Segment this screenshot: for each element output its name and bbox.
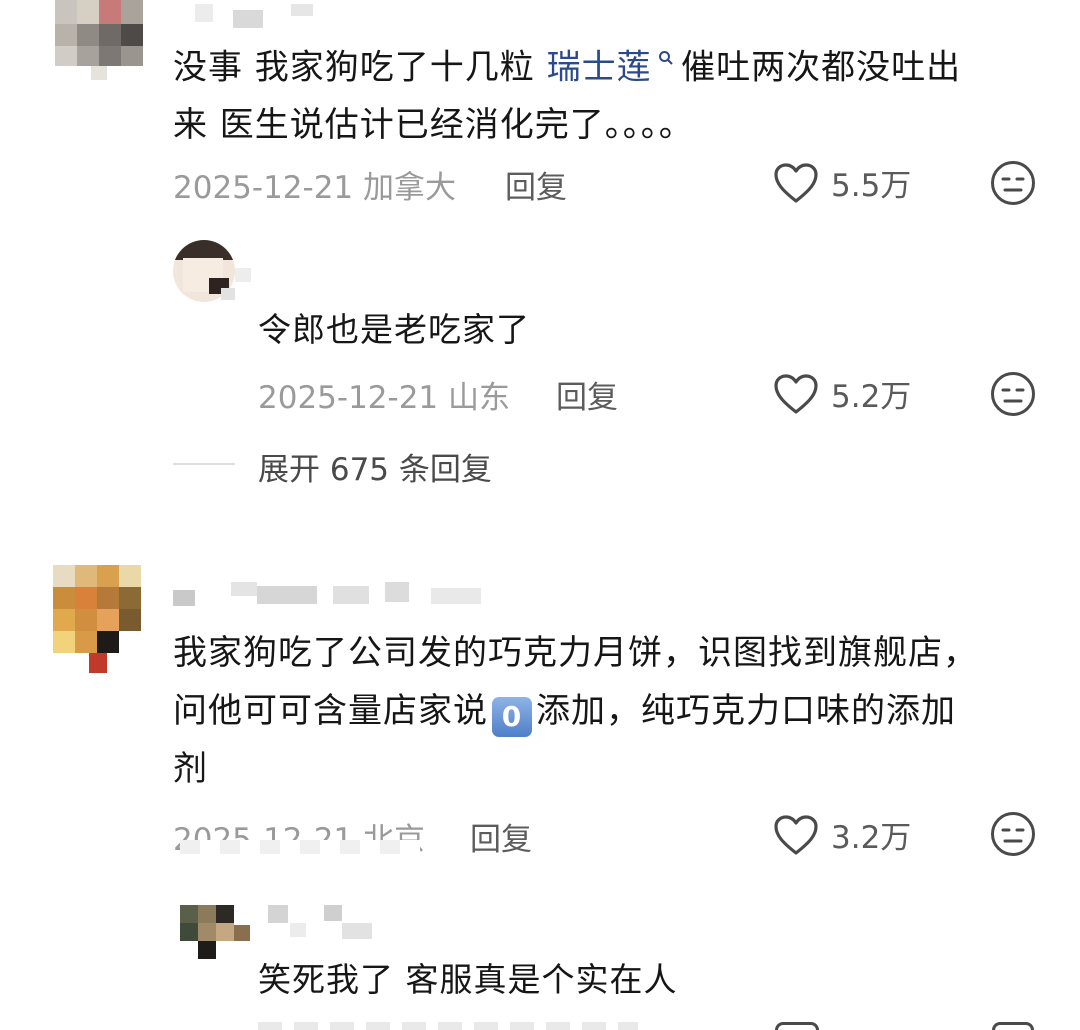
reply-text: 令郎也是老吃家了 bbox=[258, 310, 530, 349]
keycap-zero-emoji: 0 bbox=[492, 697, 532, 737]
avatar[interactable] bbox=[180, 905, 250, 959]
like-button[interactable]: 5.2万 bbox=[773, 371, 911, 416]
username[interactable] bbox=[195, 4, 315, 28]
like-count: 5.2万 bbox=[831, 379, 912, 415]
avatar[interactable] bbox=[53, 565, 143, 673]
comment-text: 我家狗吃了公司发的巧克力月饼，识图找到旗舰店， 问他可可含量店家说 0 添加，纯巧克… bbox=[173, 633, 978, 789]
comment-text: 没事 我家狗吃了十几粒 瑞士莲 催吐两次都没吐出 来 医生说估计已经消化完了。。… bbox=[173, 47, 962, 146]
reply-button[interactable]: 回复 bbox=[556, 372, 618, 417]
neutral-face-icon[interactable] bbox=[990, 371, 1036, 417]
comment-date: 2025-12-21 bbox=[173, 170, 354, 206]
reply-meta: 2025-12-21 山东 bbox=[258, 372, 510, 417]
heart-outline-icon bbox=[774, 814, 818, 855]
avatar[interactable] bbox=[55, 0, 143, 80]
neutral-face-icon[interactable] bbox=[992, 1022, 1034, 1030]
neutral-face-icon[interactable] bbox=[990, 160, 1036, 206]
like-button[interactable]: 3.2万 bbox=[773, 812, 911, 857]
avatar[interactable] bbox=[173, 240, 251, 302]
reply-location: 山东 bbox=[448, 380, 511, 416]
neutral-face-icon[interactable] bbox=[990, 811, 1036, 857]
reply-button[interactable]: 回复 bbox=[470, 814, 532, 859]
comment-location: 加拿大 bbox=[363, 170, 457, 206]
divider bbox=[173, 463, 235, 465]
reply-text: 笑死我了 客服真是个实在人 bbox=[258, 960, 678, 999]
heart-outline-icon bbox=[774, 373, 818, 414]
username[interactable] bbox=[173, 582, 493, 606]
search-icon bbox=[652, 50, 681, 71]
heart-outline-icon[interactable] bbox=[775, 1022, 819, 1030]
like-count: 3.2万 bbox=[831, 820, 912, 856]
search-link[interactable]: 瑞士莲 bbox=[547, 47, 652, 87]
reply-date: 2025-12-21 bbox=[258, 380, 439, 416]
expand-replies-button[interactable]: 展开 675 条回复 bbox=[258, 444, 492, 489]
reply-meta bbox=[258, 1022, 638, 1030]
heart-outline-icon bbox=[774, 162, 818, 203]
comment-meta: 2025-12-21 加拿大 bbox=[173, 162, 456, 207]
reply-button[interactable]: 回复 bbox=[505, 162, 567, 207]
like-button[interactable]: 5.5万 bbox=[773, 160, 911, 205]
blur-overlay bbox=[180, 840, 420, 854]
username[interactable] bbox=[268, 905, 378, 941]
like-count: 5.5万 bbox=[831, 168, 912, 204]
